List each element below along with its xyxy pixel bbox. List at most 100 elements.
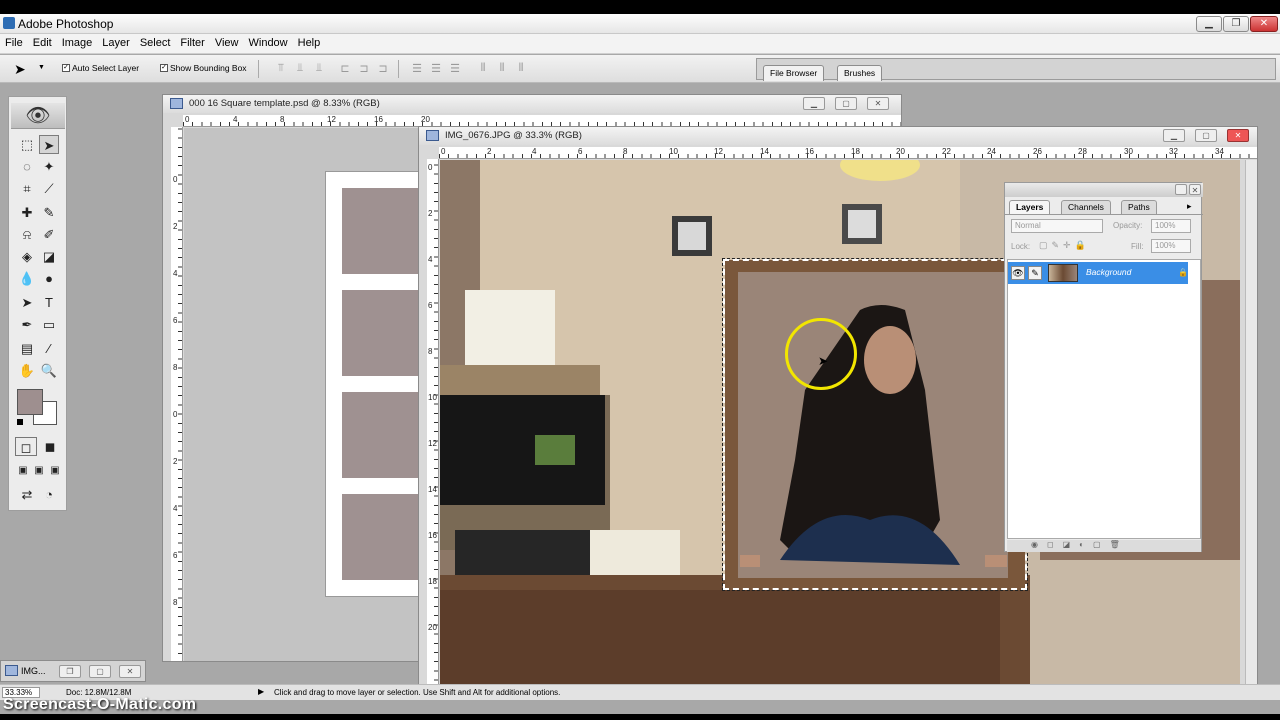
layer-name[interactable]: Background (1086, 267, 1131, 277)
zoom-icon[interactable]: 🔍 (39, 361, 59, 380)
stamp-icon[interactable]: ⍾ (17, 225, 37, 244)
photo-vertical-scrollbar[interactable] (1245, 160, 1257, 697)
gradient-icon[interactable]: ◪ (39, 247, 59, 266)
panel-menu-icon[interactable]: ▸ (1187, 201, 1192, 212)
minimized-close-button[interactable]: ✕ (119, 665, 141, 678)
align-hcenter-icon[interactable]: ⊐ (355, 62, 373, 76)
crop-icon[interactable]: ⌗ (17, 179, 37, 198)
tab-channels[interactable]: Channels (1061, 200, 1111, 214)
ruler-label: 4 (233, 115, 238, 124)
photo-horizontal-ruler: 0 2 4 6 8 10 12 14 16 18 20 22 24 26 28 … (439, 147, 1257, 159)
tab-paths[interactable]: Paths (1121, 200, 1157, 214)
marquee-icon[interactable]: ⬚ (17, 135, 37, 154)
distribute-hcenter-icon[interactable]: ⫴ (493, 62, 511, 76)
distribute-bottom-icon[interactable]: ☰ (446, 62, 464, 76)
distribute-top-icon[interactable]: ☰ (408, 62, 426, 76)
move-tool-preset-icon[interactable]: ➤ (14, 61, 26, 78)
template-maximize-button[interactable]: ▢ (835, 97, 857, 110)
layers-footer-buttons[interactable]: ◉◻◪◐▢🗑 (1007, 540, 1201, 552)
blend-mode-select[interactable]: Normal (1011, 219, 1103, 233)
minimized-maximize-button[interactable]: ▢ (89, 665, 111, 678)
fill-field[interactable]: 100% (1151, 239, 1191, 253)
align-vcenter-icon[interactable]: ⫫ (291, 62, 309, 76)
restore-button[interactable]: ❐ (1223, 16, 1249, 32)
jump-to-imageready-icon[interactable]: ⇄ (17, 485, 37, 504)
tab-brushes[interactable]: Brushes (837, 65, 883, 81)
show-bounding-box-checkbox[interactable]: ✓ Show Bounding Box (160, 63, 247, 73)
auto-select-layer-checkbox[interactable]: ✓ Auto Select Layer (62, 63, 139, 73)
ruler-label: 8 (173, 363, 178, 372)
ruler-label: 18 (428, 577, 437, 586)
transform-bounding-box[interactable] (722, 258, 1028, 591)
quick-mask-icon[interactable]: ◼ (39, 437, 61, 456)
blur-icon[interactable]: 💧 (17, 269, 37, 288)
history-brush-icon[interactable]: ✐ (39, 225, 59, 244)
chevron-down-icon[interactable]: ▼ (38, 64, 45, 71)
brush-link-icon[interactable]: ✎ (1028, 266, 1042, 280)
screen-mode-full-icon[interactable]: ▣ (45, 461, 65, 480)
photo-close-button[interactable]: ✕ (1227, 129, 1249, 142)
photo-minimize-button[interactable]: ▁ (1163, 129, 1185, 142)
healing-brush-icon[interactable]: ✚ (17, 203, 37, 222)
tab-layers[interactable]: Layers (1009, 200, 1051, 214)
lock-label: Lock: (1011, 242, 1031, 251)
shape-icon[interactable]: ▭ (39, 315, 59, 334)
adobe-eye-icon[interactable]: 👁 (11, 103, 65, 129)
template-minimize-button[interactable]: ▁ (803, 97, 825, 110)
menu-layer[interactable]: Layer (97, 34, 135, 49)
align-bottom-icon[interactable]: ⫫ (310, 62, 328, 76)
template-close-button[interactable]: ✕ (867, 97, 889, 110)
eraser-icon[interactable]: ◈ (17, 247, 37, 266)
lock-options-icons[interactable]: ▢✎✛🔒 (1039, 240, 1090, 251)
layer-thumbnail (1048, 264, 1078, 282)
align-left-icon[interactable]: ⊏ (336, 62, 354, 76)
fill-label: Fill: (1131, 242, 1144, 251)
lasso-icon[interactable]: ◌ (17, 157, 37, 176)
menu-edit[interactable]: Edit (28, 34, 57, 49)
hand-icon[interactable]: ✋ (17, 361, 37, 380)
close-button[interactable]: ✕ (1250, 16, 1278, 32)
pen-icon[interactable]: ✒ (17, 315, 37, 334)
auto-select-label: Auto Select Layer (72, 63, 140, 73)
template-title: 000 16 Square template.psd @ 8.33% (RGB) (189, 98, 380, 109)
menu-view[interactable]: View (210, 34, 244, 49)
panel-minimize-button[interactable] (1175, 184, 1187, 195)
eye-icon[interactable]: 👁 (1011, 266, 1025, 280)
minimize-button[interactable]: ▁ (1196, 16, 1222, 32)
menu-help[interactable]: Help (293, 34, 326, 49)
opacity-field[interactable]: 100% (1151, 219, 1191, 233)
panel-close-button[interactable]: ✕ (1189, 184, 1201, 195)
path-select-icon[interactable]: ➤ (17, 293, 37, 312)
tab-file-browser[interactable]: File Browser (763, 65, 825, 81)
magic-wand-icon[interactable]: ✦ (39, 157, 59, 176)
type-icon[interactable]: T (39, 293, 59, 312)
menu-image[interactable]: Image (57, 34, 98, 49)
standard-mode-icon[interactable]: ◻ (15, 437, 37, 456)
align-right-icon[interactable]: ⊐ (374, 62, 392, 76)
minimized-document-window[interactable]: IMG... ❐ ▢ ✕ (0, 660, 146, 682)
foreground-color-swatch[interactable] (17, 389, 43, 415)
move-icon[interactable]: ➤ (39, 135, 59, 154)
default-colors-icon[interactable] (17, 419, 23, 425)
status-arrow-icon[interactable]: ▶ (258, 687, 264, 696)
menu-filter[interactable]: Filter (175, 34, 209, 49)
align-top-icon[interactable]: ⫪ (272, 62, 290, 76)
layers-panel-titlebar[interactable]: ✕ (1005, 183, 1203, 197)
slice-icon[interactable]: ⟋ (39, 179, 59, 198)
opacity-value: 100% (1155, 221, 1176, 230)
layer-row-background[interactable]: 👁 ✎ Background 🔒 (1008, 262, 1188, 284)
notes-icon[interactable]: ▤ (17, 339, 37, 358)
menu-window[interactable]: Window (244, 34, 293, 49)
menu-select[interactable]: Select (135, 34, 176, 49)
menu-file[interactable]: File (0, 34, 28, 49)
brush-icon[interactable]: ✎ (39, 203, 59, 222)
eyedropper-icon[interactable]: ⁄ (39, 339, 59, 358)
dodge-icon[interactable]: ● (39, 269, 59, 288)
imageready-icon[interactable]: ◔ (39, 485, 59, 504)
minimized-restore-button[interactable]: ❐ (59, 665, 81, 678)
distribute-center-icon[interactable]: ☰ (427, 62, 445, 76)
distribute-right-icon[interactable]: ⫴ (512, 62, 530, 76)
distribute-left-icon[interactable]: ⫴ (474, 62, 492, 76)
photo-maximize-button[interactable]: ▢ (1195, 129, 1217, 142)
ruler-label: 4 (428, 255, 433, 264)
